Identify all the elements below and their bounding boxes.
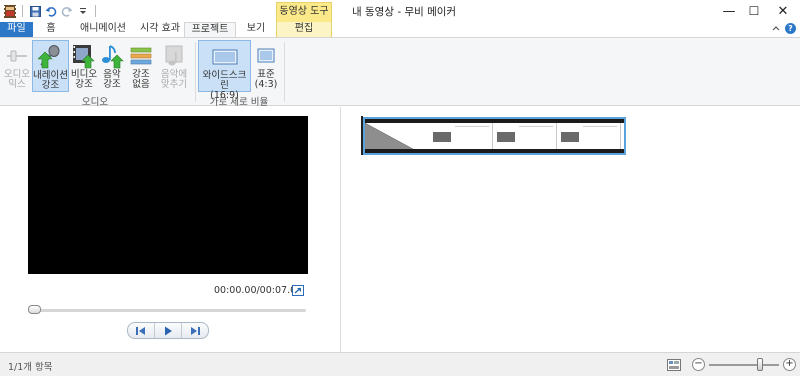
previous-frame-button[interactable] <box>128 323 154 338</box>
title-bar: 동영상 도구 내 동영상 - 무비 메이커 — ☐ ✕ <box>0 0 800 22</box>
item-count: 1/1개 항목 <box>8 362 53 373</box>
movie-maker-app-icon <box>3 4 17 18</box>
widescreen-button[interactable]: 와이드스크린 (16:9) <box>198 40 251 101</box>
audio-mix-label-2: 믹스 <box>8 79 26 90</box>
group-separator <box>195 42 196 102</box>
audio-group-label: 오디오 <box>81 97 109 108</box>
audio-mix-button[interactable]: 오디오 믹스 <box>2 40 32 92</box>
help-icon[interactable]: ? <box>785 23 796 34</box>
clip-thumbnail <box>493 123 557 149</box>
clip-thumbnail <box>557 123 621 149</box>
clip-thumbnail <box>429 123 493 149</box>
save-icon[interactable] <box>28 4 42 18</box>
storyboard <box>341 107 800 352</box>
zoom-slider-thumb[interactable] <box>757 358 763 371</box>
redo-icon[interactable] <box>60 4 74 18</box>
qa-separator <box>22 5 23 17</box>
tab-view[interactable]: 보기 <box>240 22 272 37</box>
video-preview[interactable] <box>28 116 308 274</box>
no-emphasis-icon <box>128 43 154 69</box>
filmstrip-bottom <box>365 149 624 153</box>
audio-mix-icon <box>4 43 30 69</box>
tab-project[interactable]: 프로젝트 <box>184 22 236 38</box>
music-emphasis-label-2: 강조 <box>103 79 121 90</box>
group-separator <box>284 42 285 102</box>
playback-controls <box>127 322 209 339</box>
widescreen-icon <box>212 44 238 70</box>
seek-bar[interactable] <box>28 309 306 312</box>
narration-emphasis-label-2: 강조 <box>41 80 60 91</box>
fit-to-music-label-2: 맞추기 <box>160 79 188 90</box>
tab-visual-effects[interactable]: 시각 효과 <box>133 22 187 37</box>
standard-icon <box>253 43 279 69</box>
video-emphasis-label-2: 강조 <box>75 79 93 90</box>
status-bar: 1/1개 항목 − + <box>0 352 800 376</box>
ribbon-tab-row: 파일 홈 애니메이션 시각 효과 프로젝트 보기 편집 ? <box>0 22 800 38</box>
fit-to-music-button[interactable]: 음악에 맞추기 <box>157 40 191 92</box>
music-emphasis-icon <box>99 43 125 69</box>
seek-thumb[interactable] <box>28 305 41 314</box>
zoom-out-button[interactable]: − <box>692 358 705 371</box>
tab-edit[interactable]: 편집 <box>276 22 332 37</box>
zoom-in-button[interactable]: + <box>783 358 796 371</box>
quick-access-toolbar <box>3 3 99 19</box>
window-title: 내 동영상 - 무비 메이커 <box>352 6 457 18</box>
video-emphasis-button[interactable]: 비디오 강조 <box>69 40 99 92</box>
clip-thumbnail-first <box>365 123 429 149</box>
collapse-ribbon-icon[interactable] <box>772 24 780 33</box>
qa-separator <box>95 5 96 17</box>
aspect-group-label: 가로 세로 비율 <box>209 97 269 108</box>
customize-qa-dropdown-icon[interactable] <box>76 4 90 18</box>
video-clip[interactable] <box>363 117 626 155</box>
fit-to-music-icon <box>161 43 187 69</box>
next-frame-icon <box>191 326 200 335</box>
next-frame-button[interactable] <box>182 323 208 338</box>
tab-animations[interactable]: 애니메이션 <box>72 22 134 37</box>
play-button[interactable] <box>154 323 182 338</box>
widescreen-label-1: 와이드스크린 <box>202 70 247 91</box>
video-tools-context-header: 동영상 도구 <box>276 2 332 22</box>
previous-frame-icon <box>136 326 145 335</box>
close-button[interactable]: ✕ <box>760 0 800 22</box>
narration-emphasis-button[interactable]: 내레이션 강조 <box>32 40 69 92</box>
standard-button[interactable]: 표준 (4:3) <box>253 40 279 92</box>
work-area: 00:00.00/00:07.00 <box>0 107 800 352</box>
undo-icon[interactable] <box>44 4 58 18</box>
timecode: 00:00.00/00:07.00 <box>214 285 303 296</box>
fullscreen-preview-icon[interactable] <box>292 285 304 296</box>
narration-emphasis-icon <box>37 44 64 70</box>
preview-pane: 00:00.00/00:07.00 <box>0 107 340 352</box>
no-emphasis-button[interactable]: 강조 없음 <box>127 40 155 92</box>
thumbnail-size-icon[interactable] <box>667 359 681 371</box>
music-emphasis-button[interactable]: 음악 강조 <box>99 40 125 92</box>
tab-file[interactable]: 파일 <box>0 22 33 37</box>
play-icon <box>165 326 172 335</box>
zoom-slider-track[interactable] <box>709 364 779 366</box>
ribbon-project: 오디오 믹스 내레이션 강조 비디오 강조 음악 강조 강조 없음 음악에 맞추… <box>0 37 800 108</box>
video-emphasis-icon <box>71 43 97 69</box>
standard-label-2: (4:3) <box>254 79 278 90</box>
no-emphasis-label-2: 없음 <box>132 79 150 90</box>
tab-home[interactable]: 홈 <box>38 22 64 37</box>
